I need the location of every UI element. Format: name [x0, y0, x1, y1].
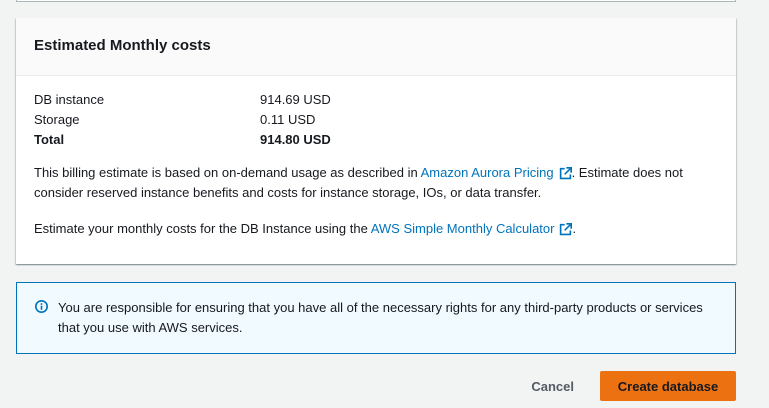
cost-label: Total [34, 132, 65, 147]
billing-text-before: This billing estimate is based on on-dem… [34, 165, 421, 180]
previous-panel-bottom-edge [16, 0, 736, 2]
info-icon [35, 300, 48, 313]
panel-body: DB instance 914.69 USD Storage 0.11 USD … [16, 76, 736, 239]
calculator-text: Estimate your monthly costs for the DB I… [34, 219, 718, 239]
cost-row-storage: Storage 0.11 USD [34, 110, 718, 130]
billing-estimate-text: This billing estimate is based on on-dem… [34, 163, 718, 203]
panel-header: Estimated Monthly costs [16, 18, 736, 76]
calc-link-label: AWS Simple Monthly Calculator [370, 221, 555, 236]
aws-simple-monthly-calculator-link[interactable]: AWS Simple Monthly Calculator [371, 221, 573, 236]
info-alert: You are responsible for ensuring that yo… [16, 282, 736, 354]
amazon-aurora-pricing-link[interactable]: Amazon Aurora Pricing [421, 165, 572, 180]
create-database-button[interactable]: Create database [600, 371, 736, 401]
form-actions: Cancel Create database [531, 371, 736, 401]
billing-link-label: Amazon Aurora Pricing [420, 165, 554, 180]
info-alert-text: You are responsible for ensuring that yo… [58, 300, 703, 335]
cost-label: Storage [34, 112, 80, 127]
cost-value: 0.11 USD [260, 112, 316, 127]
cost-row-db-instance: DB instance 914.69 USD [34, 90, 718, 110]
cost-value: 914.80 USD [260, 132, 331, 147]
external-link-icon [559, 167, 572, 180]
calc-text-after: . [572, 221, 577, 236]
cancel-button[interactable]: Cancel [531, 379, 574, 394]
panel-title: Estimated Monthly costs [34, 37, 211, 54]
cost-value: 914.69 USD [260, 92, 331, 107]
calc-text-before: Estimate your monthly costs for the DB I… [34, 221, 371, 236]
cost-row-total: Total 914.80 USD [34, 130, 718, 150]
external-link-icon [560, 223, 573, 236]
estimated-monthly-costs-panel: Estimated Monthly costs DB instance 914.… [16, 18, 736, 264]
cost-label: DB instance [34, 92, 105, 107]
